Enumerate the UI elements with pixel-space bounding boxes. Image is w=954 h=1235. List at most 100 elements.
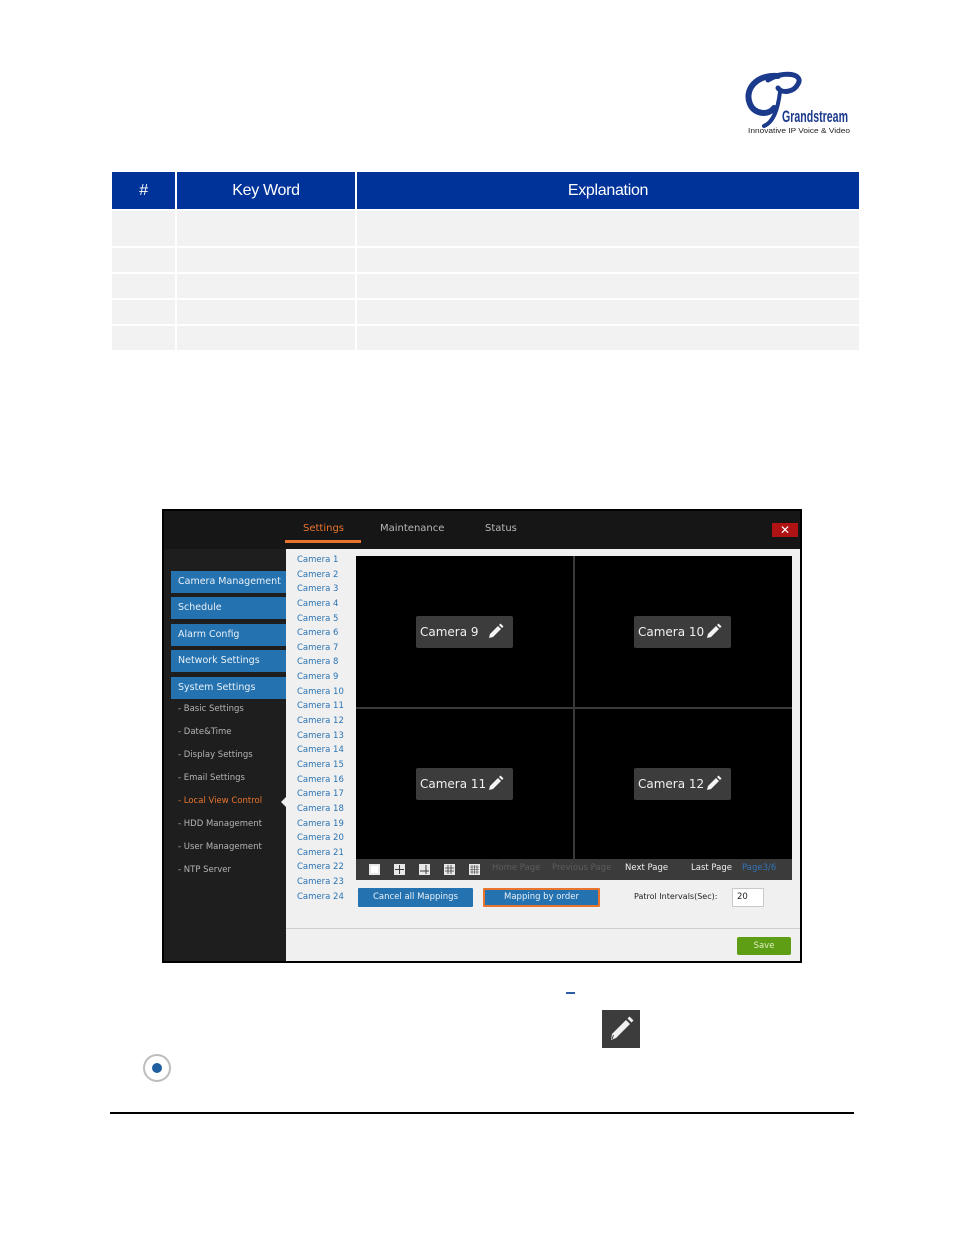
camera-list-item[interactable]: Camera 4: [286, 597, 356, 612]
pencil-icon[interactable]: [485, 774, 505, 794]
camera-list-item[interactable]: Camera 9: [286, 670, 356, 685]
submenu-display-settings[interactable]: - Display Settings: [178, 750, 253, 760]
camera-list-item[interactable]: Camera 1: [286, 553, 356, 568]
submenu-hdd-management[interactable]: - HDD Management: [178, 819, 262, 829]
close-icon: ✕: [779, 523, 791, 537]
logo-brand: Grandstream: [782, 107, 848, 126]
pencil-icon[interactable]: [703, 774, 723, 794]
camera-view-grid: Camera 9 Camera 10 Camera 11 Camera 12: [356, 556, 792, 859]
camera-list-item[interactable]: Camera 18: [286, 802, 356, 817]
table-header-row: # Key Word Explanation: [112, 172, 859, 209]
patrol-intervals-input[interactable]: 20: [732, 888, 764, 907]
layout-1plus5-icon[interactable]: [419, 864, 430, 875]
camera-list-item[interactable]: Camera 14: [286, 743, 356, 758]
grid-cell-label: Camera 10: [638, 625, 705, 639]
camera-list-item[interactable]: Camera 5: [286, 612, 356, 627]
table-row: [112, 246, 859, 272]
keyword-table: # Key Word Explanation: [110, 172, 861, 350]
sidebar-item-system-settings[interactable]: System Settings: [171, 677, 286, 699]
table-row: [112, 272, 859, 298]
cell-explanation: [357, 298, 859, 324]
camera-list-item[interactable]: Camera 6: [286, 626, 356, 641]
camera-list-item[interactable]: Camera 20: [286, 831, 356, 846]
submenu-date-time[interactable]: - Date&Time: [178, 727, 232, 737]
submenu-user-management[interactable]: - User Management: [178, 842, 262, 852]
grid-cell-camera-10[interactable]: Camera 10: [634, 616, 731, 648]
sidebar-item-camera-management[interactable]: Camera Management: [171, 571, 286, 593]
grandstream-logo: Grandstream Innovative IP Voice & Video: [738, 68, 858, 138]
grid-divider-horizontal: [356, 707, 792, 709]
camera-list-item[interactable]: Camera 8: [286, 655, 356, 670]
footer-rule: [110, 1112, 854, 1114]
previous-page-link[interactable]: Previous Page: [552, 863, 611, 873]
last-page-link[interactable]: Last Page: [691, 863, 732, 873]
camera-list-item[interactable]: Camera 2: [286, 568, 356, 583]
camera-list-item[interactable]: Camera 19: [286, 817, 356, 832]
layout-3x3-icon[interactable]: [444, 864, 455, 875]
camera-list-item[interactable]: Camera 17: [286, 787, 356, 802]
camera-list-item[interactable]: Camera 15: [286, 758, 356, 773]
tab-status[interactable]: Status: [485, 523, 517, 534]
pencil-icon[interactable]: [703, 622, 723, 642]
camera-list-item[interactable]: Camera 11: [286, 699, 356, 714]
layout-1x1-icon[interactable]: [369, 864, 380, 875]
grid-cell-label: Camera 12: [638, 777, 705, 791]
grid-cell-camera-11[interactable]: Camera 11: [416, 768, 513, 800]
logo-tagline: Innovative IP Voice & Video: [748, 128, 850, 135]
content-panel: Camera 1 Camera 2 Camera 3 Camera 4 Came…: [286, 549, 800, 961]
camera-list-item[interactable]: Camera 23: [286, 875, 356, 890]
camera-list-item[interactable]: Camera 24: [286, 890, 356, 905]
camera-list-item[interactable]: Camera 13: [286, 729, 356, 744]
cell-keyword: [177, 209, 355, 246]
mapping-by-order-button[interactable]: Mapping by order: [483, 888, 600, 907]
grid-cell-label: Camera 9: [420, 625, 479, 639]
grid-cell-camera-9[interactable]: Camera 9: [416, 616, 513, 648]
cell-explanation: [357, 209, 859, 246]
camera-list-item[interactable]: Camera 10: [286, 685, 356, 700]
tab-maintenance[interactable]: Maintenance: [380, 523, 444, 534]
cell-explanation: [357, 246, 859, 272]
table-row: [112, 298, 859, 324]
content-divider: [286, 928, 800, 929]
camera-list-item[interactable]: Camera 22: [286, 860, 356, 875]
page-indicator: Page3/6: [742, 863, 777, 873]
camera-list-item[interactable]: Camera 12: [286, 714, 356, 729]
active-tab-indicator: [285, 540, 361, 543]
cell-keyword: [177, 246, 355, 272]
save-button[interactable]: Save: [737, 937, 791, 955]
camera-list-item[interactable]: Camera 21: [286, 846, 356, 861]
header-number: #: [112, 172, 175, 209]
sidebar-item-network-settings[interactable]: Network Settings: [171, 650, 286, 672]
cell-number: [112, 324, 175, 350]
camera-list-item[interactable]: Camera 3: [286, 582, 356, 597]
cell-number: [112, 298, 175, 324]
cell-number: [112, 209, 175, 246]
pencil-icon[interactable]: [485, 622, 505, 642]
submenu-local-view-control[interactable]: - Local View Control: [178, 796, 262, 806]
pager-bar: Home Page Previous Page Next Page Last P…: [356, 859, 792, 880]
submenu-basic-settings[interactable]: - Basic Settings: [178, 704, 244, 714]
submenu-email-settings[interactable]: - Email Settings: [178, 773, 245, 783]
cell-explanation: [357, 272, 859, 298]
home-page-link[interactable]: Home Page: [492, 863, 540, 873]
header-keyword: Key Word: [177, 172, 355, 209]
layout-4x4-icon[interactable]: [469, 864, 480, 875]
sidebar-item-schedule[interactable]: Schedule: [171, 597, 286, 619]
next-page-link[interactable]: Next Page: [625, 863, 668, 873]
radio-selected-icon: [143, 1054, 171, 1082]
cell-keyword: [177, 324, 355, 350]
submenu-ntp-server[interactable]: - NTP Server: [178, 865, 231, 875]
camera-list-item[interactable]: Camera 16: [286, 773, 356, 788]
sidebar-item-alarm-config[interactable]: Alarm Config: [171, 624, 286, 646]
close-button[interactable]: ✕: [772, 523, 798, 537]
sidebar: Camera Management Schedule Alarm Config …: [164, 549, 286, 961]
layout-2x2-icon[interactable]: [394, 864, 405, 875]
camera-list-item[interactable]: Camera 7: [286, 641, 356, 656]
grid-cell-label: Camera 11: [420, 777, 487, 791]
cancel-all-mappings-button[interactable]: Cancel all Mappings: [358, 888, 473, 907]
header-explanation: Explanation: [357, 172, 859, 209]
tab-settings[interactable]: Settings: [303, 523, 344, 534]
grid-cell-camera-12[interactable]: Camera 12: [634, 768, 731, 800]
pencil-icon: [602, 1010, 640, 1048]
patrol-intervals-label: Patrol Intervals(Sec):: [634, 892, 718, 901]
